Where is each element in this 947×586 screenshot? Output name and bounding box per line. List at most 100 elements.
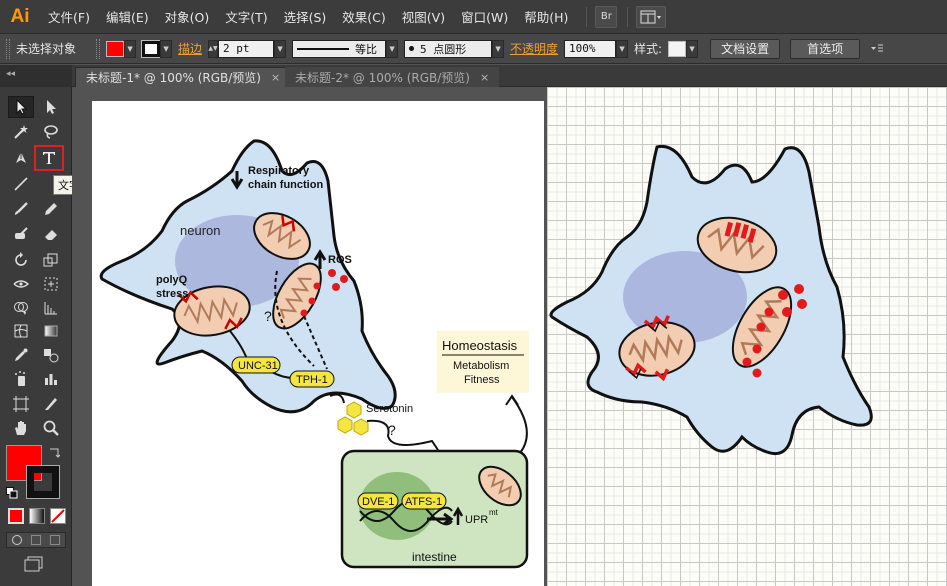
menu-help[interactable]: 帮助(H) [516,7,576,26]
opacity-control[interactable]: 100% ▼ [564,39,629,59]
preferences-button[interactable]: 首选项 [790,38,861,59]
tab-untitled-1[interactable]: 未标题-1* @ 100% (RGB/预览) × [75,67,292,87]
gradient-mode-button[interactable] [29,508,45,524]
stroke-weight-control[interactable]: ▲▼ 2 pt ▼ [208,39,287,59]
mesh-tool[interactable] [8,320,34,342]
tab-untitled-2[interactable]: 未标题-2* @ 100% (RGB/预览) × [285,67,500,87]
toolbox-collapse-button[interactable]: ◂◂ [0,65,72,87]
neuron-label: neuron [180,223,220,238]
menu-select[interactable]: 选择(S) [276,7,335,26]
hand-tool[interactable] [8,417,34,439]
chevron-down-icon[interactable]: ▼ [160,39,173,58]
draw-behind-icon[interactable] [30,535,41,545]
panel-grip[interactable] [96,38,101,59]
zoom-tool[interactable] [38,417,64,439]
stroke-color-swatch[interactable] [26,465,60,499]
tab-label: 未标题-2* @ 100% (RGB/预览) [295,70,470,85]
paintbrush-tool[interactable] [8,198,34,220]
pen-tool[interactable] [8,147,34,169]
grid-artboard[interactable] [547,87,947,586]
close-icon[interactable]: × [480,71,489,84]
artboard-icon [13,396,29,412]
stroke-color-picker[interactable]: ▼ [141,39,173,59]
question-label: ? [388,422,396,438]
blob-brush-tool[interactable] [8,223,34,245]
chevron-down-icon[interactable]: ▼ [616,39,629,58]
chevron-down-icon[interactable]: ▼ [686,39,699,58]
document-setup-button[interactable]: 文档设置 [710,38,781,59]
graphic-style-picker[interactable]: ▼ [668,39,699,59]
stepper-icon[interactable]: ▲▼ [208,39,219,58]
menu-window[interactable]: 窗口(W) [453,7,516,26]
type-tool[interactable] [34,145,64,171]
bridge-button[interactable]: Br [595,5,618,28]
style-swatch[interactable] [668,40,687,57]
chevron-down-icon[interactable]: ▼ [386,39,399,58]
brush-select[interactable]: 5 点圆形 ▼ [404,39,505,59]
stroke-swatch[interactable] [141,39,162,58]
perspective-grid-tool[interactable] [38,297,64,319]
chevron-down-icon[interactable]: ▼ [492,39,505,58]
respiratory-label-line2: chain function [248,179,323,191]
eyedropper-tool[interactable] [8,344,34,366]
pencil-tool[interactable] [38,198,64,220]
eraser-icon [45,230,57,240]
shape-builder-tool[interactable] [8,297,34,319]
gradient-tool[interactable] [38,320,64,342]
draw-normal-icon[interactable] [11,535,22,545]
lasso-tool[interactable] [38,121,64,143]
screen-mode-button[interactable] [24,555,46,573]
line-segment-tool[interactable] [8,173,34,195]
eyedropper-icon [15,348,28,361]
menu-object[interactable]: 对象(O) [157,7,218,26]
panel-grip[interactable] [6,38,10,59]
symbol-sprayer-tool[interactable] [8,368,34,390]
opacity-field[interactable]: 100% [564,39,617,58]
eraser-tool[interactable] [38,223,64,245]
width-tool[interactable] [8,273,34,295]
panel-menu-button[interactable] [870,40,884,58]
chevron-down-icon[interactable]: ▼ [124,39,137,58]
style-label: 样式: [634,42,663,56]
menu-type[interactable]: 文字(T) [217,7,275,26]
draw-inside-icon[interactable] [50,535,61,545]
blob-brush-icon [15,227,28,239]
perspective-grid-icon [44,302,57,315]
slice-tool[interactable] [38,393,64,415]
rotate-tool[interactable] [8,249,34,271]
swap-colors-button[interactable] [48,445,62,459]
close-icon[interactable]: × [271,71,280,84]
artboard[interactable]: neuron Respiratory chain function ROS po… [92,101,544,586]
pencil-icon [45,203,57,215]
opacity-label[interactable]: 不透明度 [510,40,558,57]
scale-tool[interactable] [38,249,64,271]
lasso-icon [44,125,58,139]
fill-swatch[interactable] [106,40,125,57]
stroke-profile-field[interactable]: 等比 [292,39,387,58]
free-transform-tool[interactable] [38,273,64,295]
menu-effect[interactable]: 效果(C) [334,7,393,26]
selection-tool[interactable] [8,96,34,118]
default-colors-button[interactable] [6,487,18,499]
color-mode-button[interactable] [8,508,24,524]
none-mode-button[interactable] [50,508,66,524]
stroke-weight-field[interactable]: 2 pt [218,39,275,58]
menu-edit[interactable]: 编辑(E) [98,7,157,26]
canvas-area[interactable]: neuron Respiratory chain function ROS po… [72,87,947,586]
magic-wand-tool[interactable] [8,121,34,143]
artboard-tool[interactable] [8,393,34,415]
stroke-label[interactable]: 描边 [178,40,202,57]
column-graph-tool[interactable] [38,368,64,390]
stroke-profile-select[interactable]: 等比 ▼ [292,39,399,59]
chevron-down-icon[interactable]: ▼ [274,39,287,58]
menu-file[interactable]: 文件(F) [40,7,98,26]
arrange-documents-button[interactable] [636,5,667,28]
blend-tool[interactable] [38,344,64,366]
fill-color-picker[interactable]: ▼ [106,39,137,59]
stroke-profile-line-icon [297,47,350,50]
swap-arrows-icon [50,448,61,458]
direct-selection-tool[interactable] [38,96,64,118]
none-slash-icon [51,509,65,523]
menu-view[interactable]: 视图(V) [394,7,453,26]
brush-field[interactable]: 5 点圆形 [404,39,493,58]
